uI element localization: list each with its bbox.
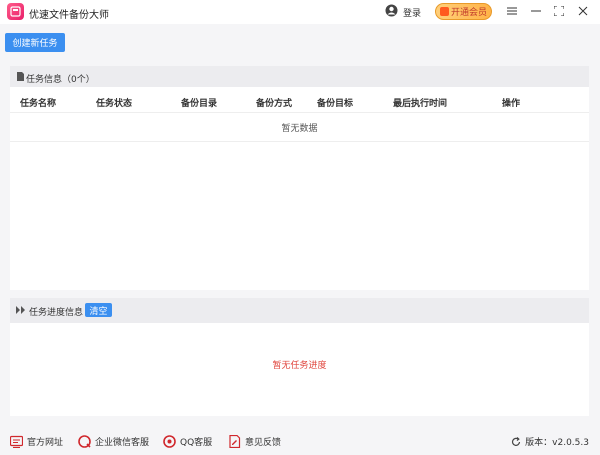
column-header-backup-dir: 备份目录	[181, 99, 218, 109]
app-title: 优速文件备份大师	[29, 10, 109, 21]
maximize-icon[interactable]	[552, 4, 566, 18]
vip-icon	[439, 7, 449, 16]
document-icon	[17, 72, 24, 81]
refresh-icon[interactable]	[511, 436, 521, 447]
title-bar: 优速文件备份大师 登录 开通会员	[0, 0, 600, 24]
column-header-backup-target: 备份目标	[317, 99, 354, 109]
feedback-label: 意见反馈	[245, 437, 282, 448]
task-progress-title: 任务进度信息	[29, 308, 84, 318]
vip-button[interactable]: 开通会员	[435, 3, 492, 20]
feedback-link[interactable]: 意见反馈	[228, 434, 281, 448]
table-empty-row: 暂无数据	[10, 112, 589, 142]
task-progress-panel: 任务进度信息 清空 暂无任务进度	[10, 298, 589, 416]
user-icon[interactable]	[385, 4, 398, 17]
version-info: 版本：v2.0.5.3	[511, 435, 589, 448]
column-header-last-run: 最后执行时间	[393, 99, 448, 109]
website-icon	[10, 435, 23, 448]
column-header-backup-mode: 备份方式	[256, 99, 293, 109]
official-site-label: 官方网址	[27, 437, 64, 448]
double-arrow-icon	[16, 306, 25, 314]
clear-button[interactable]: 清空	[85, 303, 112, 317]
qq-service-link[interactable]: QQ客服	[163, 434, 212, 448]
official-site-link[interactable]: 官方网址	[10, 434, 63, 448]
task-info-header: 任务信息（0个）	[10, 66, 589, 87]
table-empty-text: 暂无数据	[281, 123, 318, 134]
app-logo-icon	[7, 3, 24, 20]
qq-service-label: QQ客服	[180, 437, 213, 448]
vip-label: 开通会员	[450, 8, 487, 18]
feedback-icon	[229, 434, 241, 448]
column-header-actions: 操作	[502, 99, 521, 109]
column-header-task-name: 任务名称	[20, 99, 57, 109]
create-task-button[interactable]: 创建新任务	[5, 33, 65, 52]
progress-empty-text: 暂无任务进度	[272, 361, 327, 371]
column-header-task-status: 任务状态	[96, 99, 133, 109]
wechat-service-label: 企业微信客服	[95, 437, 150, 448]
minimize-icon[interactable]	[529, 4, 543, 18]
login-link[interactable]: 登录	[403, 6, 421, 19]
footer: 官方网址 企业微信客服 QQ客服 意见反馈 版本：v2.0.5.3	[0, 426, 600, 455]
wechat-service-link[interactable]: 企业微信客服	[78, 434, 149, 448]
close-icon[interactable]	[576, 4, 590, 18]
task-info-title: 任务信息（0个）	[26, 75, 95, 85]
task-progress-header: 任务进度信息 清空	[10, 298, 589, 323]
version-label: 版本：v2.0.5.3	[525, 438, 589, 448]
task-info-panel: 任务信息（0个） 任务名称 任务状态 备份目录 备份方式 备份目标 最后执行时间…	[10, 66, 589, 290]
qq-icon	[163, 434, 176, 448]
wechat-service-icon	[78, 434, 91, 448]
menu-icon[interactable]	[505, 4, 519, 18]
